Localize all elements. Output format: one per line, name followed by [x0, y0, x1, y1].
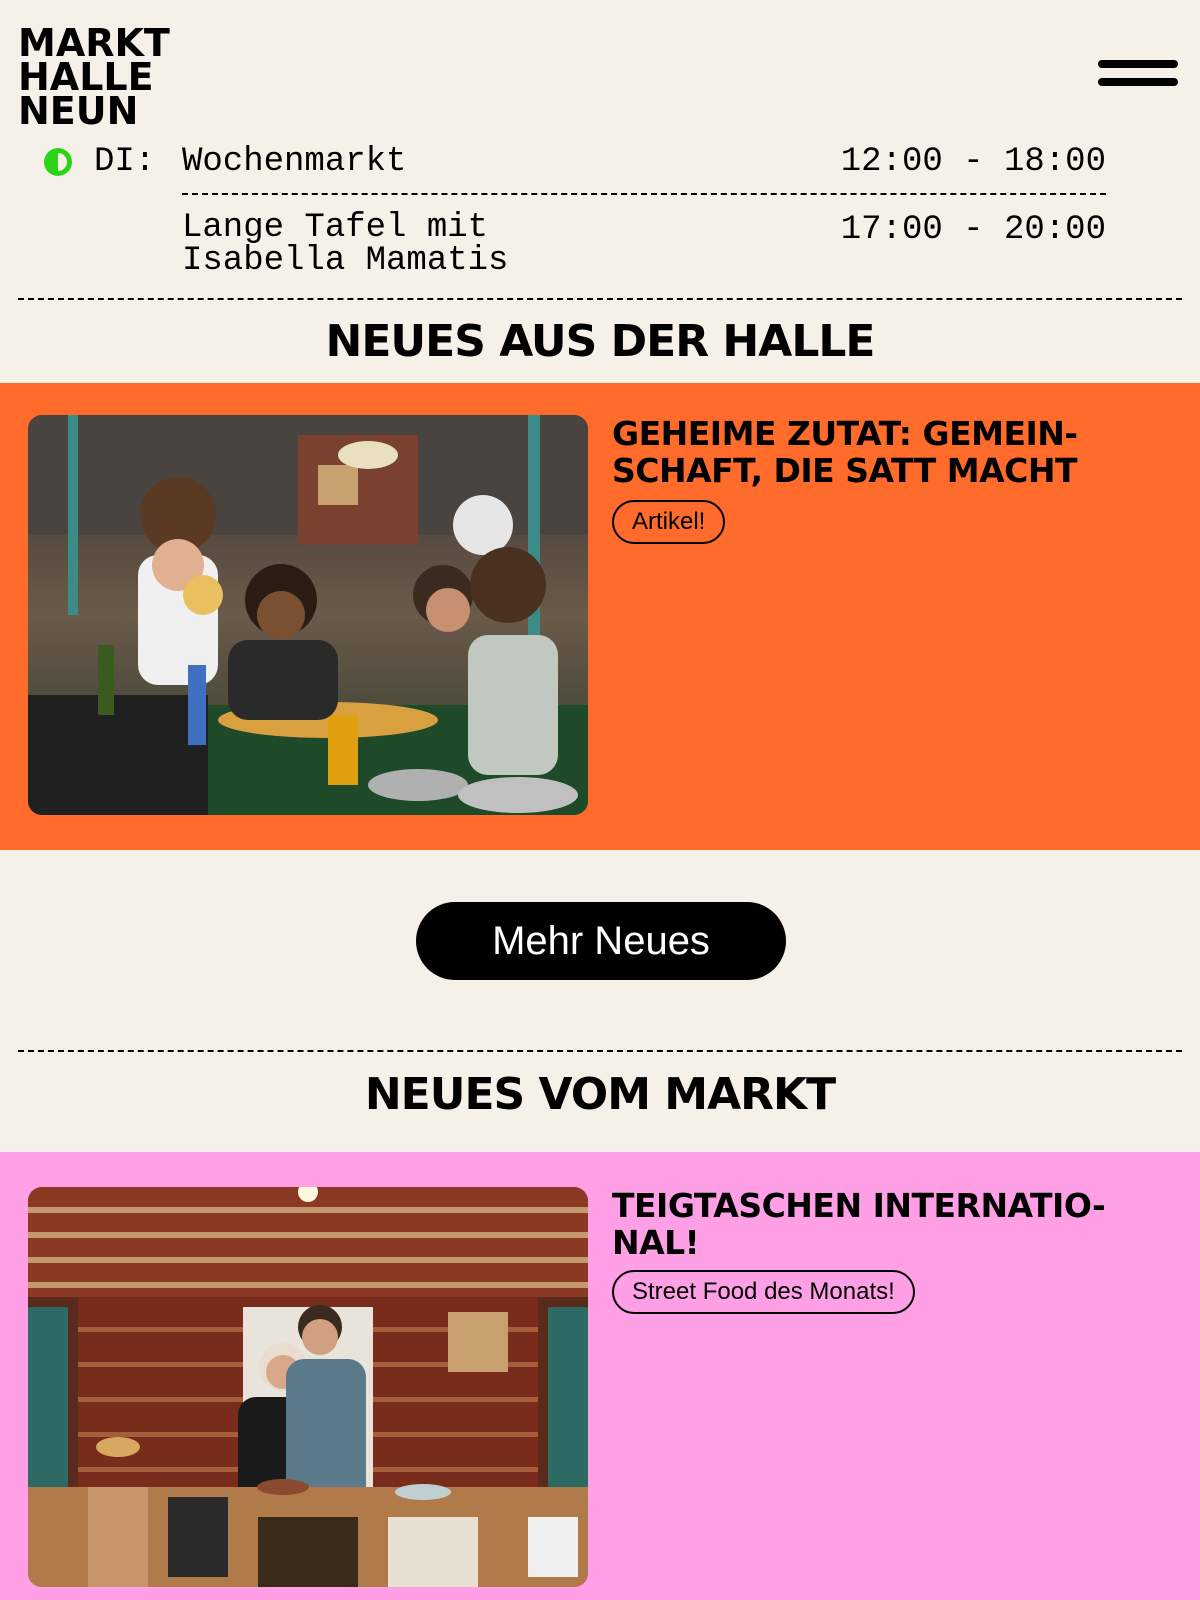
- news-card-title[interactable]: TEIGTASCHEN INTERNATIO- NAL!: [612, 1187, 1172, 1261]
- event-divider: [182, 193, 1106, 195]
- site-logo[interactable]: MARKT HALLE NEUN: [18, 24, 178, 133]
- hamburger-menu-icon[interactable]: [1098, 58, 1180, 92]
- more-news-button[interactable]: Mehr Neues: [416, 902, 786, 980]
- event-title: Wochenmarkt: [182, 143, 407, 181]
- event-time: 17:00 - 20:00: [840, 211, 1106, 249]
- logo-line: NEUN: [18, 89, 139, 133]
- news-card-halle[interactable]: GEHEIME ZUTAT: GEMEIN- SCHAFT, DIE SATT …: [0, 383, 1200, 850]
- section-title-halle: NEUES AUS DER HALLE: [325, 316, 876, 367]
- card-title-line: NAL!: [612, 1223, 700, 1262]
- section-divider: [18, 298, 1182, 300]
- event-title-line: Isabella Mamatis: [182, 242, 509, 280]
- news-card-title[interactable]: GEHEIME ZUTAT: GEMEIN- SCHAFT, DIE SATT …: [612, 415, 1172, 489]
- news-card-markt[interactable]: TEIGTASCHEN INTERNATIO- NAL! Street Food…: [0, 1152, 1200, 1600]
- menu-bar: [1098, 60, 1178, 68]
- opening-schedule: DI: Wochenmarkt 12:00 - 18:00 Lange Tafe…: [0, 140, 1200, 300]
- event-title: Lange Tafel mit Isabella Mamatis: [182, 209, 682, 280]
- menu-bar: [1098, 78, 1178, 86]
- schedule-day: DI:: [94, 143, 156, 181]
- section-divider: [18, 1050, 1182, 1052]
- market-stall-couple-photo[interactable]: [28, 1187, 588, 1587]
- card-title-line: GEHEIME ZUTAT: GEMEIN-: [612, 414, 1078, 453]
- section-title-markt: NEUES VOM MARKT: [364, 1069, 836, 1120]
- category-tag[interactable]: Artikel!: [612, 500, 726, 544]
- card-title-line: SCHAFT, DIE SATT MACHT: [612, 451, 1077, 490]
- card-title-line: TEIGTASCHEN INTERNATIO-: [612, 1186, 1106, 1225]
- open-status-icon: [44, 148, 72, 176]
- event-time: 12:00 - 18:00: [840, 143, 1106, 181]
- event-title-line: Lange Tafel mit: [182, 209, 489, 247]
- children-cooking-photo[interactable]: [28, 415, 588, 815]
- site-header: MARKT HALLE NEUN: [0, 0, 1200, 140]
- category-tag[interactable]: Street Food des Monats!: [612, 1270, 915, 1314]
